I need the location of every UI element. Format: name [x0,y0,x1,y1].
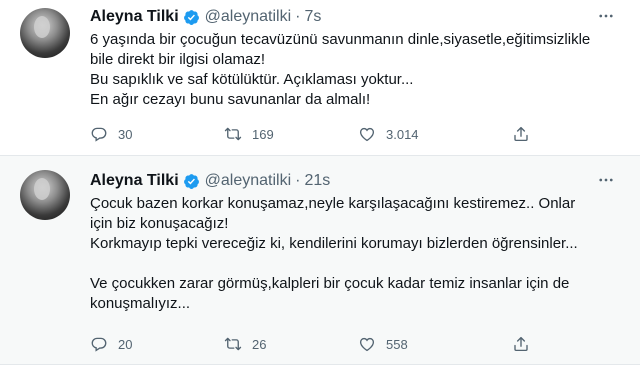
tweet-text-line: Ve çocukken zarar görmüş,kalpleri bir ço… [90,275,570,292]
tweet-text-line: Bu sapıklık ve saf kötülüktür. Açıklamas… [90,71,414,88]
more-options-icon[interactable] [594,6,618,26]
author-name[interactable]: Aleyna Tilki [90,172,179,190]
tweet-header: Aleyna Tilki @aleynatilki · 7s [90,6,321,28]
like-heart-icon [359,337,375,352]
reply-icon [91,127,107,142]
tweet-text-line: bile direkt bir ilgisi olamaz! [90,51,266,68]
tweet[interactable]: Aleyna Tilki @aleynatilki · 7s 6 yaşında… [0,0,640,155]
reply-count: 20 [118,336,133,352]
tweet-feed: Aleyna Tilki @aleynatilki · 7s 6 yaşında… [0,0,640,373]
reply-button[interactable]: 20 [90,333,132,355]
tweet-text-line: konuşmalıyız... [90,295,191,312]
tweet-text: 6 yaşında bir çocuğun tecavüzünü savunma… [90,30,610,110]
like-button[interactable]: 558 [358,333,408,355]
tweet-text-line: için biz konuşacağız! [90,215,229,232]
share-button[interactable] [512,123,530,145]
reply-count: 30 [118,126,133,142]
feed-bottom-edge [0,364,640,373]
author-handle[interactable]: @aleynatilki [205,8,292,26]
reply-button[interactable]: 30 [90,123,132,145]
more-options-icon[interactable] [594,170,618,190]
retweet-count: 169 [252,126,274,142]
retweet-button[interactable]: 169 [224,123,274,145]
retweet-button[interactable]: 26 [224,333,266,355]
avatar[interactable] [20,170,70,220]
separator-dot: · [295,172,301,189]
tweet[interactable]: Aleyna Tilki @aleynatilki · 21s Çocuk ba… [0,156,640,364]
author-handle[interactable]: @aleynatilki [205,172,292,190]
tweet-text: Çocuk bazen korkar konuşamaz,neyle karşı… [90,194,610,314]
like-heart-icon [359,127,375,142]
tweet-text-line: Korkmayıp tepki vereceğiz ki, kendilerin… [90,235,578,252]
reply-icon [91,337,107,352]
tweet-text-line: 6 yaşında bir çocuğun tecavüzünü savunma… [90,31,591,48]
tweet-timestamp[interactable]: 21s [304,172,330,190]
tweet-text-line: En ağır cezayı bunu savunanlar da almalı… [90,91,371,108]
share-icon [514,336,528,352]
like-count: 558 [386,336,408,352]
share-button[interactable] [512,333,530,355]
like-button[interactable]: 3.014 [358,123,419,145]
retweet-icon [224,337,242,351]
tweet-timestamp[interactable]: 7s [304,8,321,26]
author-name[interactable]: Aleyna Tilki [90,8,179,26]
retweet-icon [224,127,242,141]
share-icon [514,126,528,142]
verified-badge-icon [183,173,199,189]
like-count: 3.014 [386,126,419,142]
avatar[interactable] [20,8,70,58]
tweet-header: Aleyna Tilki @aleynatilki · 21s [90,170,330,192]
tweet-text-line: Çocuk bazen korkar konuşamaz,neyle karşı… [90,195,576,212]
tweet-text-line [90,254,610,274]
separator-dot: · [295,8,301,25]
verified-badge-icon [183,9,199,25]
retweet-count: 26 [252,336,267,352]
